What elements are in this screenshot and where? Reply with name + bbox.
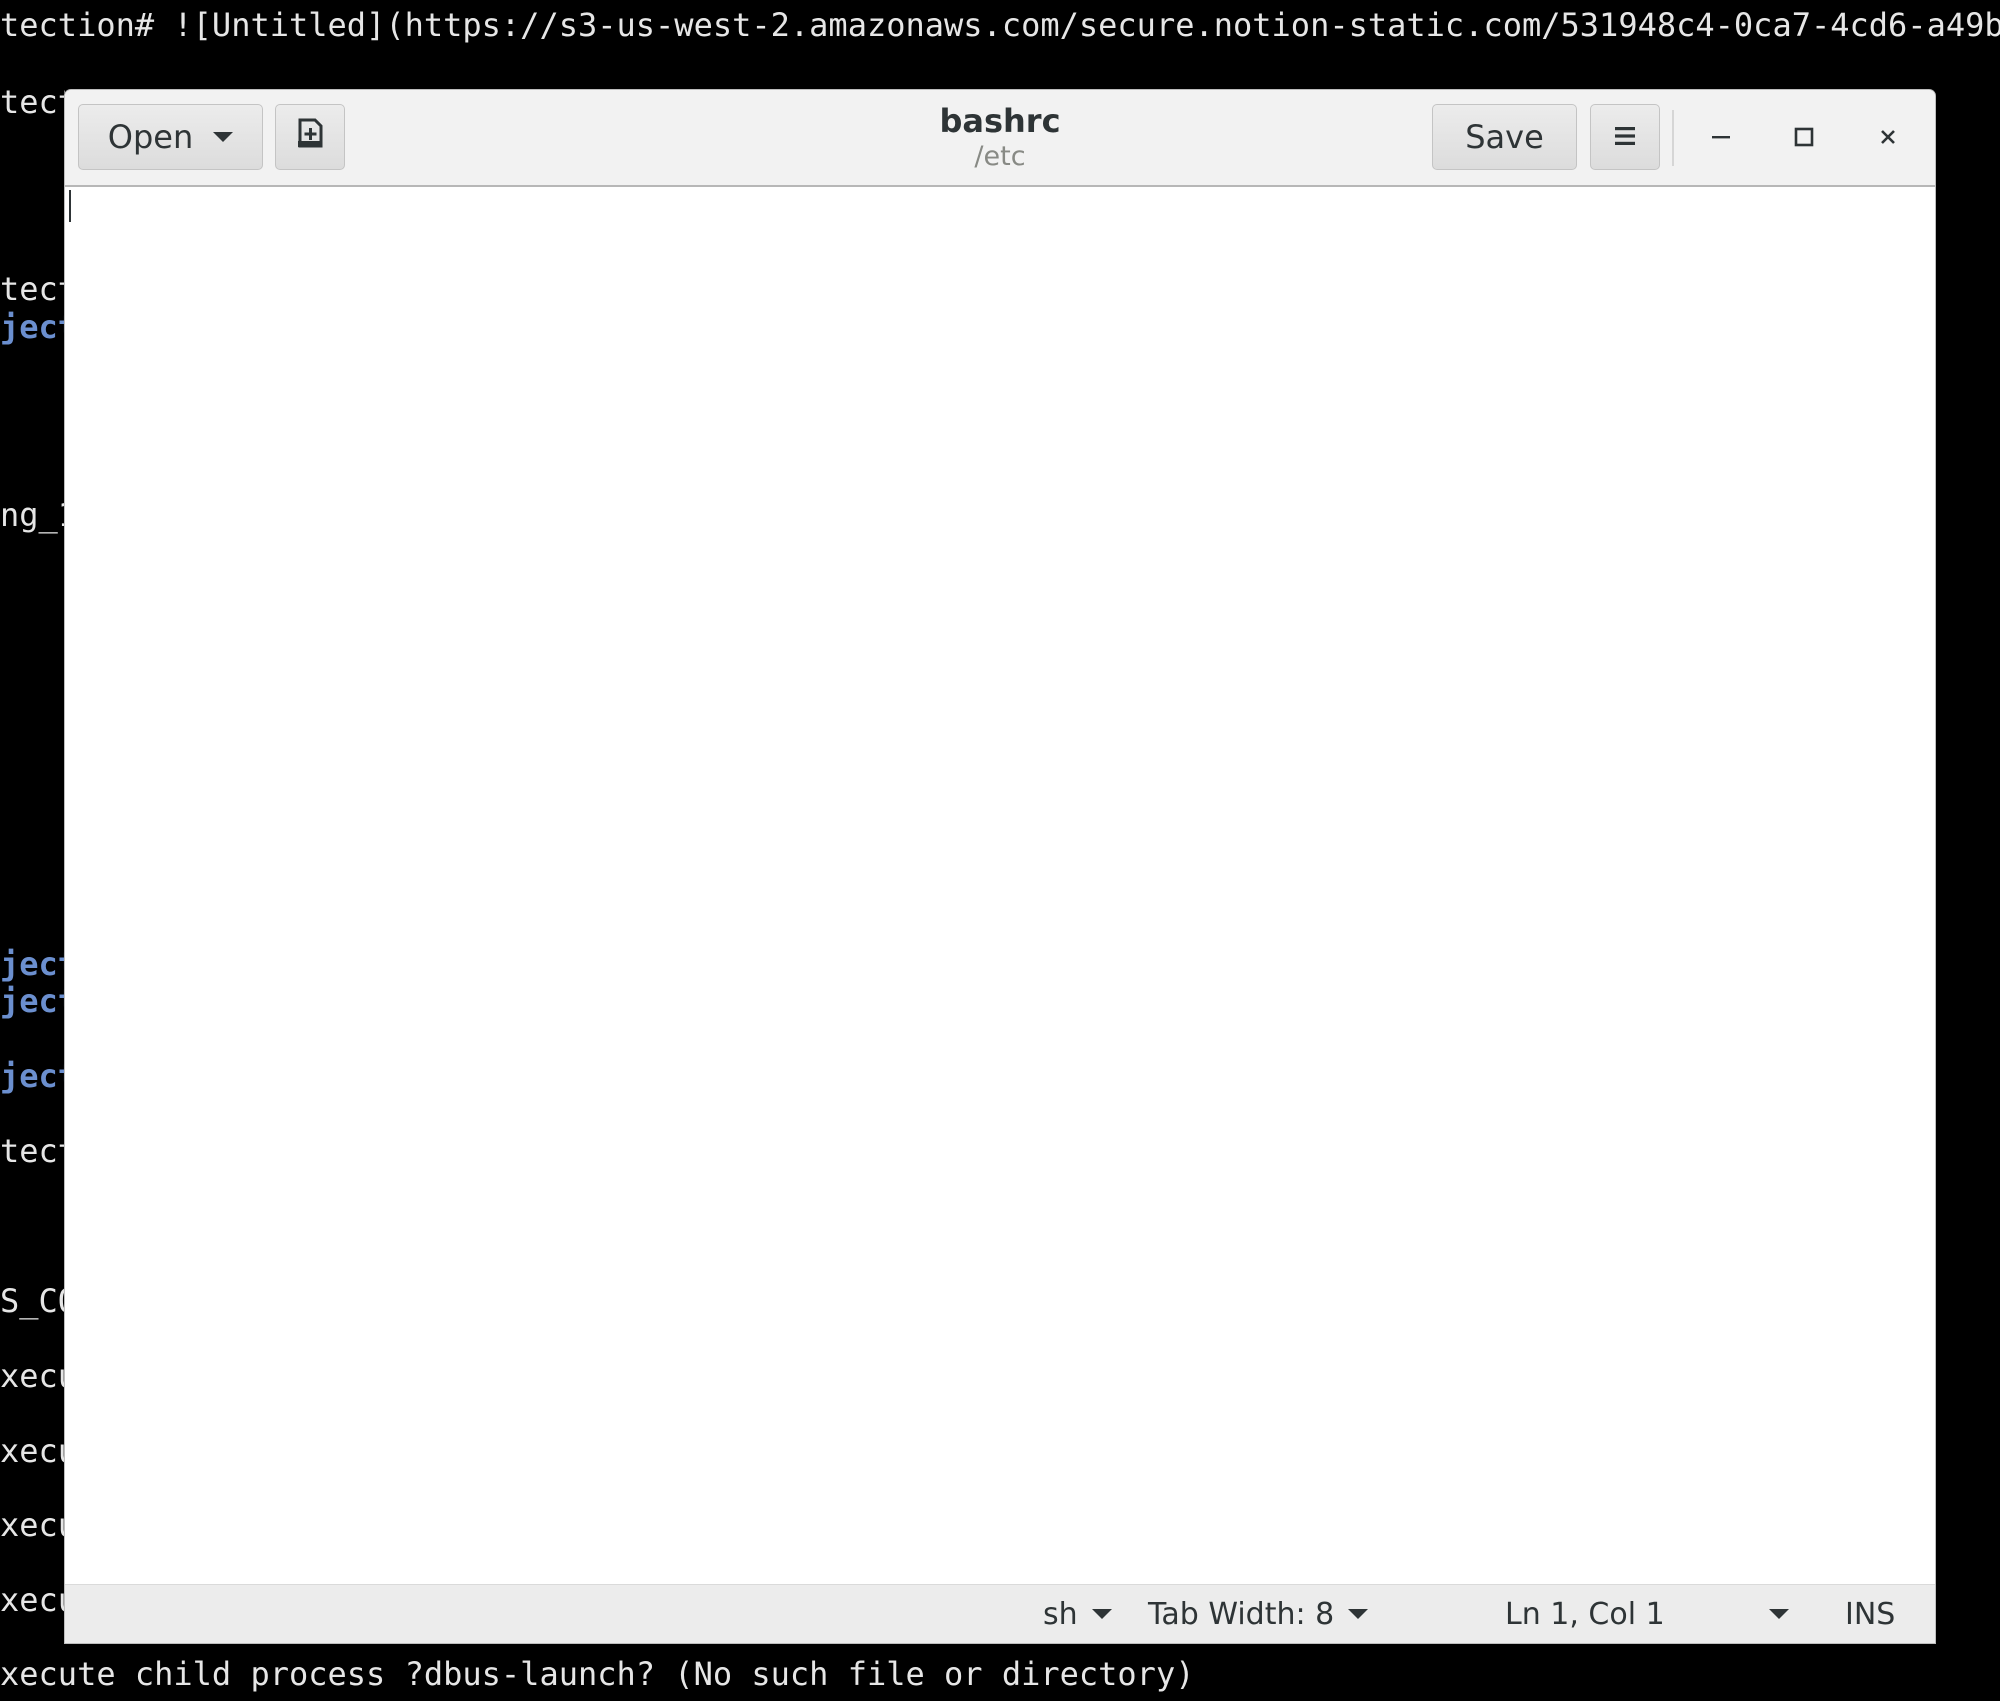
new-document-icon xyxy=(293,116,327,158)
terminal-line: tect xyxy=(0,270,65,308)
terminal-line: xecu xyxy=(0,1357,65,1395)
maximize-button[interactable] xyxy=(1778,112,1830,164)
terminal-line: ject xyxy=(0,308,65,346)
terminal-line: ject xyxy=(0,982,65,1020)
close-icon xyxy=(1877,122,1899,155)
status-bar: sh Tab Width: 8 Ln 1, Col 1 INS xyxy=(65,1584,1935,1643)
text-cursor xyxy=(69,190,71,222)
terminal-line: ng_1 xyxy=(0,496,65,534)
terminal-line: xecu xyxy=(0,1506,65,1544)
chevron-down-icon xyxy=(1769,1609,1789,1619)
maximize-icon xyxy=(1793,122,1815,155)
chevron-down-icon xyxy=(1091,1609,1112,1619)
chevron-down-icon xyxy=(1348,1609,1369,1619)
header-separator xyxy=(1672,110,1674,166)
hamburger-menu-icon xyxy=(1613,118,1637,156)
open-button-label: Open xyxy=(107,118,194,156)
close-button[interactable] xyxy=(1862,112,1914,164)
terminal-line: tection# ![Untitled](https://s3-us-west-… xyxy=(0,6,2000,44)
terminal-line: S_CO xyxy=(0,1282,65,1320)
terminal-line: tect xyxy=(0,1132,65,1170)
save-button[interactable]: Save xyxy=(1432,104,1577,170)
terminal-line: ject xyxy=(0,945,65,983)
position-menu-button[interactable] xyxy=(1755,1585,1789,1643)
header-bar[interactable]: Open bashrc /etc Save xyxy=(65,90,1935,187)
text-editor-area[interactable] xyxy=(65,187,1935,1585)
language-label: sh xyxy=(1043,1596,1078,1632)
tab-width-label: Tab Width: 8 xyxy=(1148,1596,1335,1632)
terminal-line: ject xyxy=(0,1057,65,1095)
language-selector[interactable]: sh xyxy=(1043,1585,1112,1643)
tab-width-selector[interactable]: Tab Width: 8 xyxy=(1148,1585,1369,1643)
terminal-line: tect xyxy=(0,83,65,121)
minimize-icon xyxy=(1710,122,1732,155)
terminal-line: xecu xyxy=(0,1581,65,1619)
gedit-window: Open bashrc /etc Save sh Tab Width: 8 Ln… xyxy=(65,90,1935,1643)
main-menu-button[interactable] xyxy=(1590,104,1660,170)
chevron-down-icon xyxy=(213,132,234,142)
open-button[interactable]: Open xyxy=(78,104,263,170)
terminal-line: xecute child process ?dbus-launch? (No s… xyxy=(0,1655,1195,1693)
insert-mode-indicator[interactable]: INS xyxy=(1845,1585,1895,1643)
insert-mode-label: INS xyxy=(1845,1596,1896,1632)
new-document-button[interactable] xyxy=(275,104,345,170)
cursor-position[interactable]: Ln 1, Col 1 xyxy=(1505,1585,1665,1643)
cursor-position-label: Ln 1, Col 1 xyxy=(1505,1596,1665,1632)
terminal-line: xecu xyxy=(0,1432,65,1470)
minimize-button[interactable] xyxy=(1695,112,1747,164)
